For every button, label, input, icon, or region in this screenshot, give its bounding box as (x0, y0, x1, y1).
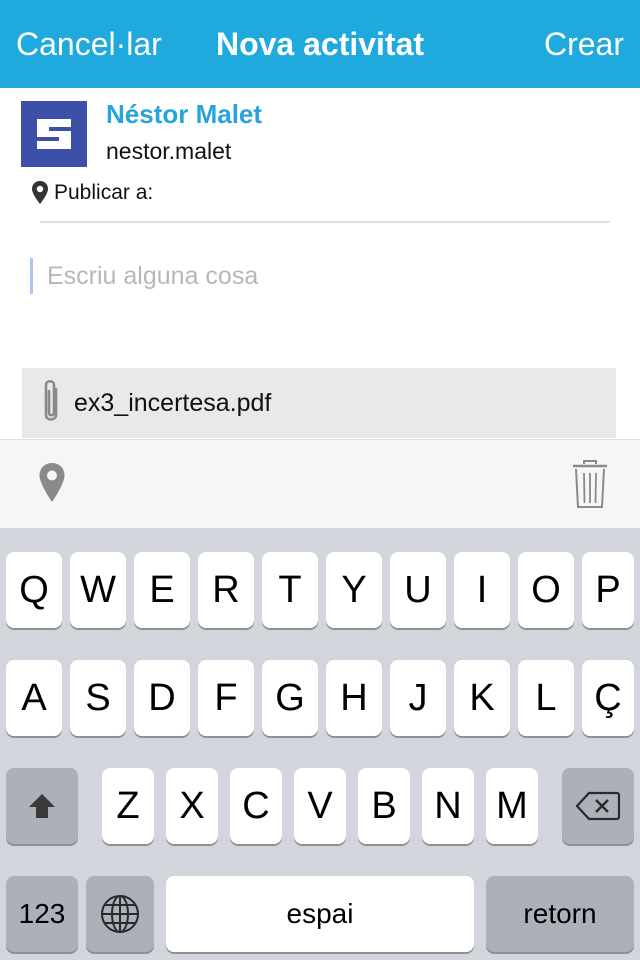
key-g[interactable]: G (262, 660, 318, 736)
compose-toolbar (0, 439, 640, 528)
text-cursor (30, 258, 33, 294)
key-n[interactable]: N (422, 768, 474, 844)
key-t[interactable]: T (262, 552, 318, 628)
key-x[interactable]: X (166, 768, 218, 844)
key-m[interactable]: M (486, 768, 538, 844)
publish-to-selector[interactable]: Publicar a: (30, 178, 153, 208)
attachment-item[interactable]: ex3_incertesa.pdf (22, 368, 616, 438)
shift-arrow-icon (29, 794, 55, 818)
key-i[interactable]: I (454, 552, 510, 628)
key-s[interactable]: S (70, 660, 126, 736)
author-handle: nestor.malet (106, 138, 232, 164)
space-key[interactable]: espai (166, 876, 474, 952)
key-b[interactable]: B (358, 768, 410, 844)
key-w[interactable]: W (70, 552, 126, 628)
key-c-cedilla[interactable]: Ç (582, 660, 634, 736)
globe-icon (101, 895, 139, 933)
shift-key[interactable] (6, 768, 78, 844)
avatar (21, 101, 87, 167)
keyboard: Q W E R T Y U I O P A S D F G H J K L Ç … (0, 528, 640, 960)
backspace-key[interactable] (562, 768, 634, 844)
trash-icon[interactable] (570, 458, 610, 510)
key-j[interactable]: J (390, 660, 446, 736)
compose-input[interactable] (47, 261, 587, 291)
key-p[interactable]: P (582, 552, 634, 628)
key-k[interactable]: K (454, 660, 510, 736)
key-r[interactable]: R (198, 552, 254, 628)
key-o[interactable]: O (518, 552, 574, 628)
key-d[interactable]: D (134, 660, 190, 736)
compose-area[interactable] (30, 258, 610, 294)
publish-to-label: Publicar a: (54, 181, 154, 204)
globe-key[interactable] (86, 876, 154, 952)
key-f[interactable]: F (198, 660, 254, 736)
create-button[interactable]: Crear (544, 24, 624, 64)
location-pin-icon (32, 181, 48, 204)
key-q[interactable]: Q (6, 552, 62, 628)
key-u[interactable]: U (390, 552, 446, 628)
key-h[interactable]: H (326, 660, 382, 736)
numbers-key[interactable]: 123 (6, 876, 78, 952)
key-v[interactable]: V (294, 768, 346, 844)
key-l[interactable]: L (518, 660, 574, 736)
key-e[interactable]: E (134, 552, 190, 628)
author-name: Néstor Malet (106, 99, 263, 129)
location-pin-icon[interactable] (36, 460, 68, 506)
key-c[interactable]: C (230, 768, 282, 844)
key-z[interactable]: Z (102, 768, 154, 844)
attachment-filename: ex3_incertesa.pdf (74, 388, 272, 417)
backspace-icon (575, 791, 621, 821)
key-y[interactable]: Y (326, 552, 382, 628)
divider (40, 221, 610, 223)
nav-bar: Cancel·lar Nova activitat Crear (0, 0, 640, 88)
paperclip-icon (44, 379, 58, 421)
return-key[interactable]: retorn (486, 876, 634, 952)
key-a[interactable]: A (6, 660, 62, 736)
avatar-logo-icon (29, 109, 79, 159)
